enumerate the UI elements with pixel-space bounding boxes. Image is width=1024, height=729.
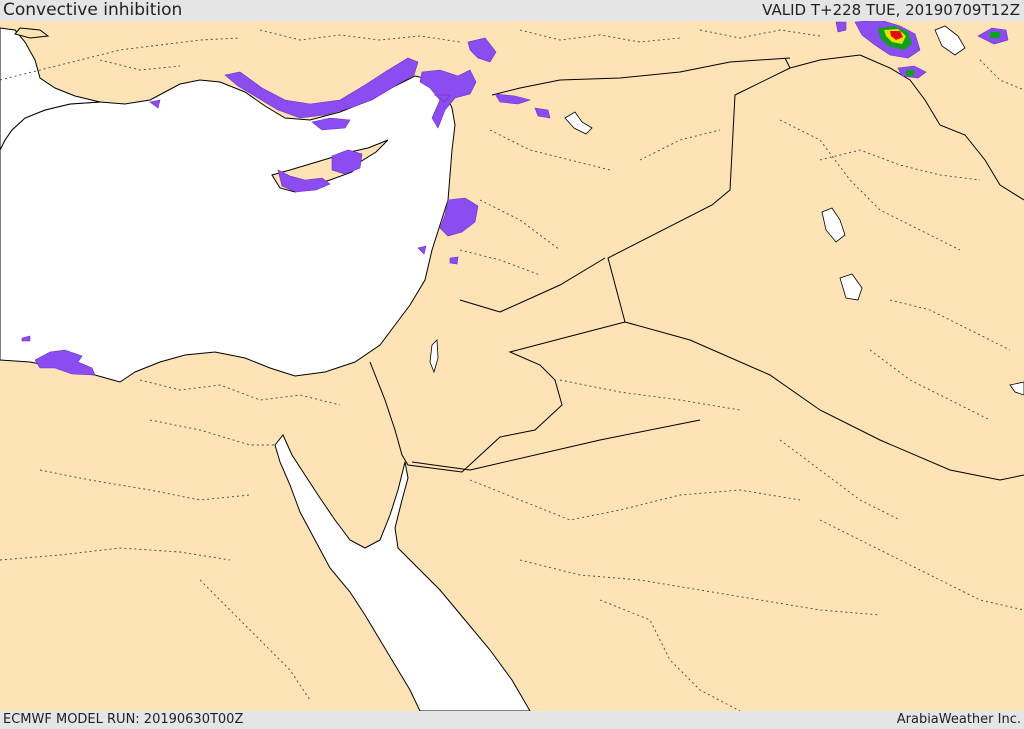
mediterranean-sea [0,75,456,383]
footer-bar: ECMWF MODEL RUN: 20190630T00Z ArabiaWeat… [0,711,1024,729]
map-title: Convective inhibition [3,0,183,20]
valid-time: VALID T+228 TUE, 20190709T12Z [762,1,1020,19]
model-run-label: ECMWF MODEL RUN: 20190630T00Z [3,712,244,727]
map-canvas [0,0,1024,729]
credit-label: ArabiaWeather Inc. [896,712,1021,727]
header-bar: Convective inhibition VALID T+228 TUE, 2… [0,0,1024,21]
